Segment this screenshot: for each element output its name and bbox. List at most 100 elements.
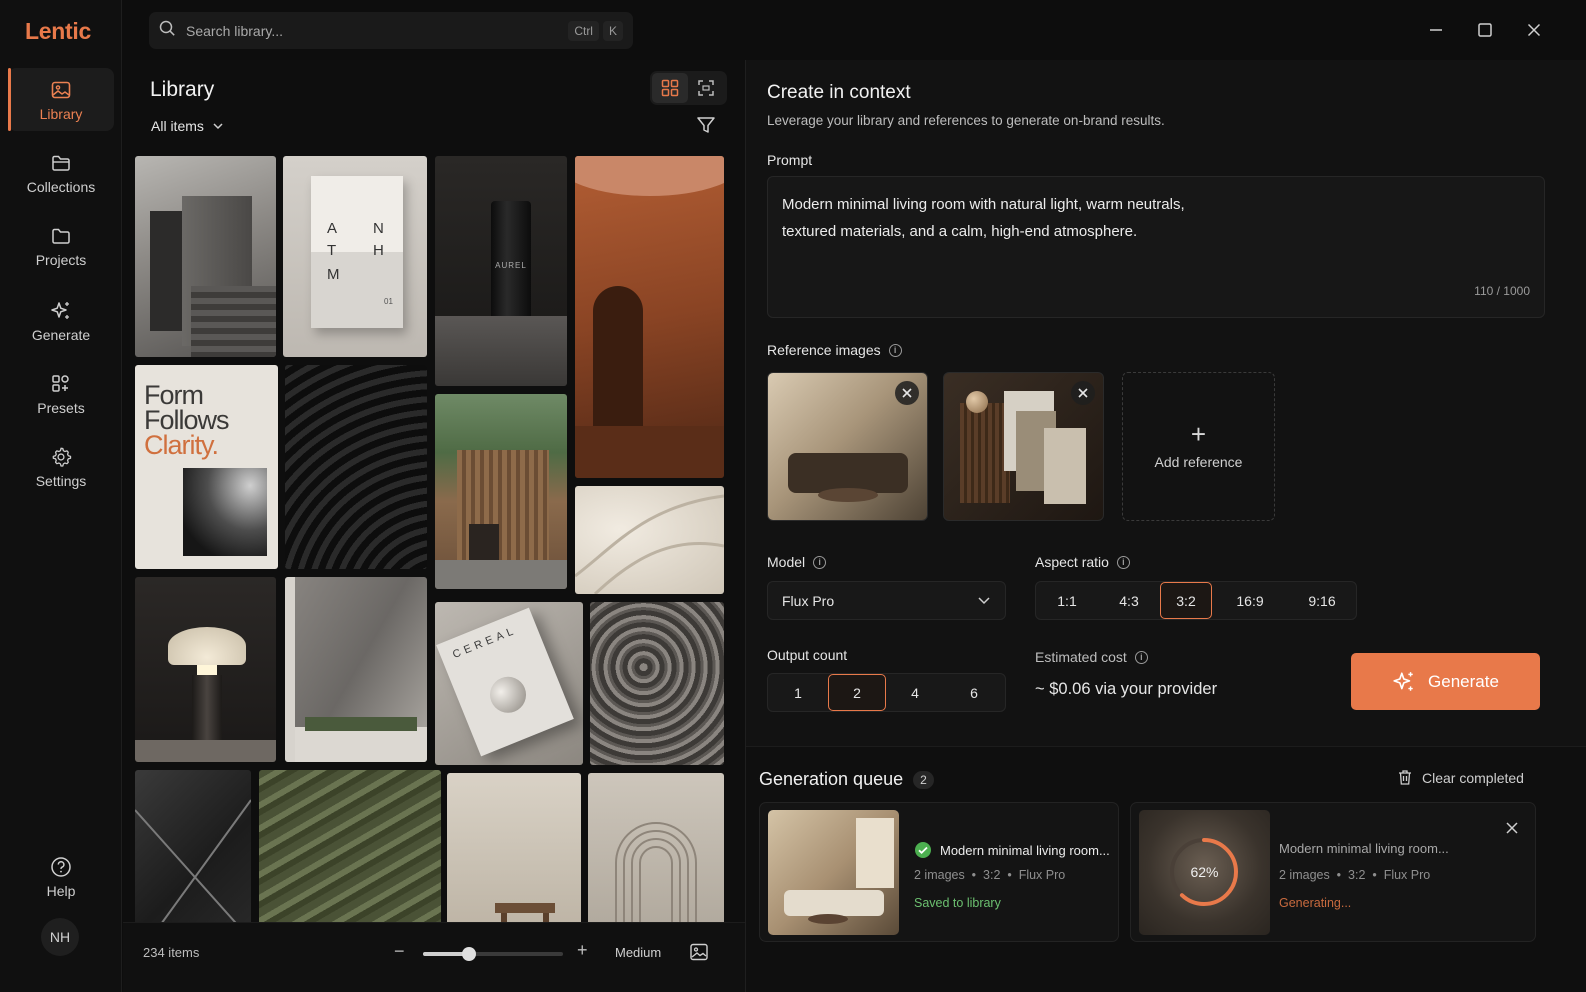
output-option-2[interactable]: 2 <box>828 674 886 711</box>
close-icon <box>902 388 912 398</box>
sidebar-item-generate[interactable]: Generate <box>8 289 114 352</box>
sidebar-item-label: Collections <box>26 178 96 195</box>
sidebar-nav: Library Collections Projects Generate Pr… <box>0 68 122 508</box>
aspect-option-1-1[interactable]: 1:1 <box>1036 582 1098 619</box>
gear-icon <box>50 445 72 469</box>
info-icon[interactable]: i <box>888 343 902 357</box>
page-title: Library <box>150 78 215 101</box>
queue-item-completed[interactable]: Modern minimal living room... 2 images •… <box>759 802 1119 942</box>
search-bar[interactable]: Search library... Ctrl K <box>149 12 633 49</box>
sidebar-item-collections[interactable]: Collections <box>8 141 114 204</box>
filter-button[interactable] <box>696 115 720 139</box>
view-toggle <box>650 71 727 105</box>
remove-reference-button[interactable] <box>1071 381 1095 405</box>
queue-thumbnail: 62% <box>1139 810 1270 935</box>
sidebar: Lentic Library Collections Projects Gene… <box>0 0 122 992</box>
queue-item-name: Modern minimal living room... <box>914 841 1110 859</box>
sidebar-item-library[interactable]: Library <box>8 68 114 131</box>
close-window-button[interactable] <box>1522 18 1546 42</box>
queue-item-generating[interactable]: 62% Modern minimal living room... 2 imag… <box>1130 802 1536 942</box>
estimated-cost-value: ~ $0.06 via your provider <box>1035 680 1218 698</box>
chevron-down-icon <box>978 597 990 605</box>
library-tile-plaster-curves[interactable] <box>575 486 724 594</box>
minimize-button[interactable] <box>1424 18 1448 42</box>
thumbnail-size-slider[interactable] <box>423 947 563 961</box>
image-icon <box>690 943 708 961</box>
sidebar-item-label: Generate <box>31 326 91 343</box>
clear-completed-button[interactable]: Clear completed <box>1397 769 1524 786</box>
search-icon <box>159 20 176 42</box>
model-select[interactable]: Flux Pro <box>767 581 1006 620</box>
generate-button[interactable]: Generate <box>1351 653 1540 710</box>
focus-view-button[interactable] <box>688 73 724 103</box>
sidebar-item-projects[interactable]: Projects <box>8 214 114 277</box>
aspect-option-16-9[interactable]: 16:9 <box>1212 582 1288 619</box>
filter-dropdown[interactable]: All items <box>151 118 224 134</box>
poster-letter: M <box>327 266 340 283</box>
library-tile-concrete-planter[interactable] <box>285 577 427 762</box>
output-option-6[interactable]: 6 <box>944 674 1004 711</box>
close-icon <box>1078 388 1088 398</box>
sparkle-icon <box>50 299 72 323</box>
grid-view-button[interactable] <box>652 73 688 103</box>
aspect-option-9-16[interactable]: 9:16 <box>1288 582 1356 619</box>
aspect-option-3-2[interactable]: 3:2 <box>1160 582 1212 619</box>
library-tile-terracotta-arch[interactable] <box>575 156 724 478</box>
prompt-text-line2: textured materials, and a calm, high-end… <box>782 223 1138 240</box>
info-icon[interactable]: i <box>1116 555 1130 569</box>
folder-icon <box>51 224 71 248</box>
sparkle-icon <box>1393 671 1413 691</box>
close-icon <box>1506 822 1518 834</box>
sidebar-item-label: Library <box>39 105 83 122</box>
info-icon[interactable]: i <box>1134 650 1148 664</box>
library-tile-mushroom-lamp[interactable] <box>135 577 276 762</box>
output-count-selector: 1 2 4 6 <box>767 673 1006 712</box>
avatar[interactable]: NH <box>41 918 79 956</box>
sidebar-item-presets[interactable]: Presets <box>8 362 114 425</box>
create-title: Create in context <box>767 82 911 103</box>
reference-images-label: Reference images i <box>767 342 902 358</box>
output-count-label: Output count <box>767 647 848 663</box>
zoom-in-button[interactable]: + <box>577 940 588 961</box>
close-icon <box>1527 23 1541 37</box>
aspect-option-4-3[interactable]: 4:3 <box>1098 582 1160 619</box>
output-option-1[interactable]: 1 <box>768 674 828 711</box>
remove-reference-button[interactable] <box>895 381 919 405</box>
generate-label: Generate <box>1428 671 1499 691</box>
app-window: Lentic Library Collections Projects Gene… <box>0 0 1586 992</box>
poster-letter: A <box>327 220 338 237</box>
zoom-out-button[interactable]: − <box>394 941 405 962</box>
library-tile-poster-athnm[interactable]: A N T H M 01 <box>283 156 427 357</box>
prompt-textarea[interactable]: Modern minimal living room with natural … <box>767 176 1545 318</box>
queue-count-badge: 2 <box>913 770 934 789</box>
output-option-4[interactable]: 4 <box>886 674 944 711</box>
library-tile-aurel-bottle[interactable]: AUREL <box>435 156 567 386</box>
shortcut-key-k: K <box>602 20 623 41</box>
app-logo: Lentic <box>25 18 91 44</box>
queue-item-meta: 2 images • 3:2 • Flux Pro <box>1279 868 1431 882</box>
library-tile-form-follows-clarity[interactable]: Form Follows Clarity. <box>135 365 278 569</box>
sidebar-item-settings[interactable]: Settings <box>8 435 114 498</box>
sidebar-item-label: Help <box>46 882 76 899</box>
library-tile-wood-house[interactable] <box>435 394 567 589</box>
aspect-ratio-selector: 1:1 4:3 3:2 16:9 9:16 <box>1035 581 1357 620</box>
reference-image-materials[interactable] <box>943 372 1104 521</box>
expand-icon <box>698 80 714 96</box>
queue-thumbnail <box>768 810 899 935</box>
library-tile-cereal-magazine[interactable]: CEREAL <box>435 602 583 765</box>
clear-label: Clear completed <box>1422 769 1524 786</box>
image-preview-button[interactable] <box>689 942 711 964</box>
maximize-button[interactable] <box>1473 18 1497 42</box>
sidebar-item-help[interactable]: Help <box>8 845 114 908</box>
reference-image-living-room[interactable] <box>767 372 928 521</box>
library-tile-architecture-doorway[interactable] <box>135 156 276 357</box>
slider-handle[interactable] <box>462 947 477 961</box>
library-tile-black-waves[interactable] <box>285 365 427 569</box>
info-icon[interactable]: i <box>813 555 827 569</box>
library-footer: 234 items − + Medium <box>123 922 745 992</box>
search-input[interactable]: Search library... <box>186 23 564 39</box>
poster-letter: H <box>373 242 384 259</box>
library-tile-stone-texture[interactable] <box>590 602 724 765</box>
add-reference-button[interactable]: + Add reference <box>1122 372 1275 521</box>
cancel-job-button[interactable] <box>1505 821 1519 840</box>
